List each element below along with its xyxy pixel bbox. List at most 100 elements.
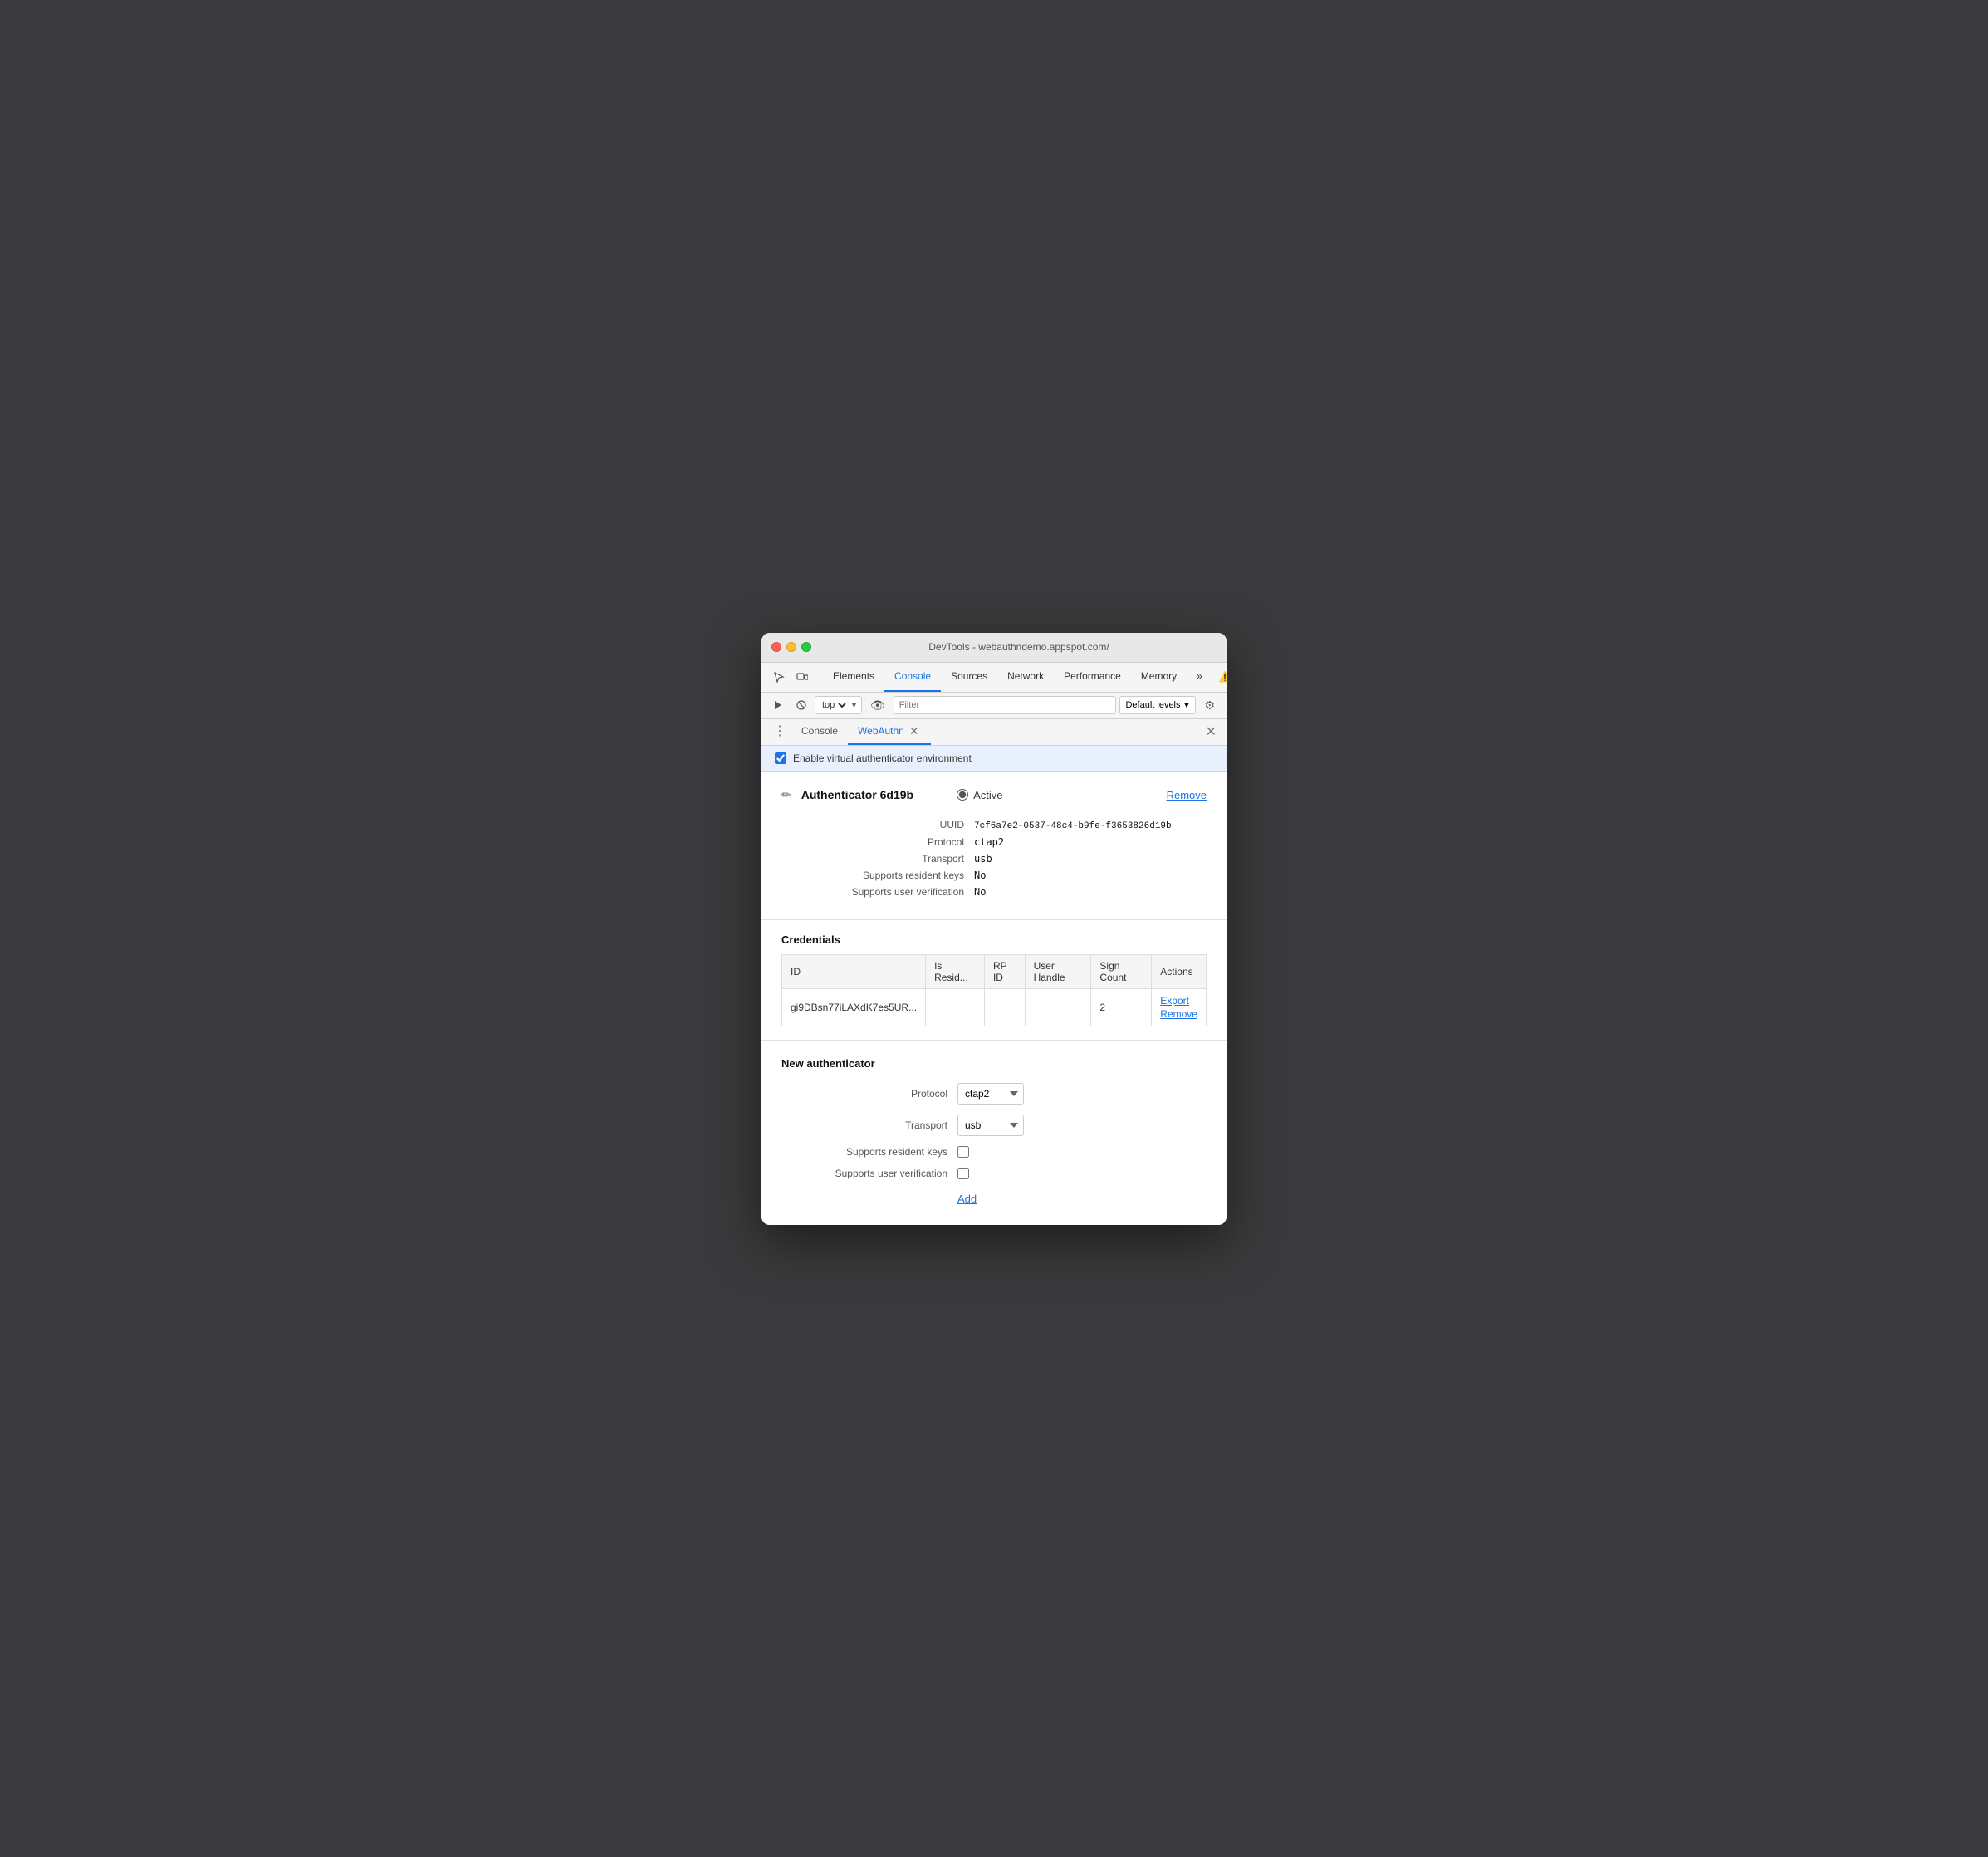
user-verification-row: Supports user verification No (798, 886, 1207, 898)
stop-button[interactable] (791, 697, 811, 713)
new-auth-transport-select[interactable]: usb nfc ble internal (957, 1115, 1024, 1136)
context-selector[interactable]: top ▼ (815, 696, 862, 714)
panel-tabs: ⋮ Console WebAuthn ✕ ✕ (761, 719, 1227, 746)
active-radio-label: Active (973, 789, 1002, 801)
new-auth-title: New authenticator (781, 1057, 1207, 1070)
resident-keys-row: Supports resident keys No (798, 870, 1207, 881)
cell-rp-id (984, 988, 1025, 1026)
console-settings-button[interactable]: ⚙ (1199, 695, 1220, 716)
transport-label: Transport (798, 853, 964, 865)
close-button[interactable] (771, 642, 781, 652)
new-auth-resident-keys-label: Supports resident keys (781, 1146, 947, 1158)
play-button[interactable] (768, 697, 788, 713)
select-element-button[interactable] (768, 668, 790, 686)
panel-menu-dots[interactable]: ⋮ (768, 725, 791, 738)
warning-icon: ⚠️ (1219, 671, 1227, 683)
remove-authenticator-button[interactable]: Remove (1167, 789, 1207, 801)
authenticator-section: ✏ Authenticator 6d19b Active Remove UUID… (761, 772, 1227, 920)
maximize-button[interactable] (801, 642, 811, 652)
cell-is-resident (926, 988, 985, 1026)
tab-memory[interactable]: Memory (1131, 662, 1187, 692)
minimize-button[interactable] (786, 642, 796, 652)
tab-elements[interactable]: Elements (823, 662, 884, 692)
enable-authenticator-row: Enable virtual authenticator environment (761, 746, 1227, 772)
new-auth-user-verification-checkbox[interactable] (957, 1168, 969, 1179)
credentials-title: Credentials (781, 933, 1207, 946)
active-radio-group: Active (957, 789, 1002, 801)
tab-panel-webauthn[interactable]: WebAuthn ✕ (848, 718, 931, 745)
window-title: DevTools - webauthndemo.appspot.com/ (821, 641, 1217, 653)
tab-sources[interactable]: Sources (941, 662, 997, 692)
uuid-row: UUID 7cf6a7e2-0537-48c4-b9fe-f3653826d19… (798, 819, 1207, 831)
context-select-input[interactable]: top (819, 699, 849, 711)
warning-button[interactable]: ⚠️ 3 (1214, 668, 1227, 686)
active-radio-input[interactable] (957, 789, 968, 801)
levels-label: Default levels (1125, 700, 1180, 710)
credentials-table: ID Is Resid... RP ID User Handle Sign Co… (781, 954, 1207, 1026)
tab-panel-console[interactable]: Console (791, 718, 848, 745)
new-auth-protocol-select[interactable]: ctap2 u2f (957, 1083, 1024, 1105)
titlebar: DevTools - webauthndemo.appspot.com/ (761, 633, 1227, 663)
devtools-window: DevTools - webauthndemo.appspot.com/ Ele… (761, 633, 1227, 1225)
authenticator-header: ✏ Authenticator 6d19b Active Remove (781, 788, 1207, 802)
chevron-down-icon: ▼ (1183, 701, 1191, 709)
table-row: gi9DBsn77iLAXdK7es5UR... 2 Export Remove (782, 988, 1207, 1026)
authenticator-title: Authenticator 6d19b (801, 788, 913, 801)
secondary-toolbar: top ▼ 👁 Default levels ▼ ⚙ (761, 693, 1227, 719)
uuid-value: 7cf6a7e2-0537-48c4-b9fe-f3653826d19b (974, 821, 1172, 831)
transport-value: usb (974, 853, 992, 865)
edit-icon: ✏ (781, 788, 791, 802)
credentials-section: Credentials ID Is Resid... RP ID User Ha… (761, 920, 1227, 1041)
default-levels-button[interactable]: Default levels ▼ (1119, 696, 1196, 714)
table-header-row: ID Is Resid... RP ID User Handle Sign Co… (782, 954, 1207, 988)
main-toolbar: Elements Console Sources Network Perform… (761, 663, 1227, 693)
cell-user-handle (1025, 988, 1091, 1026)
user-verification-label: Supports user verification (798, 886, 964, 898)
cursor-icon (773, 671, 785, 683)
main-content: Enable virtual authenticator environment… (761, 746, 1227, 1225)
tab-performance[interactable]: Performance (1054, 662, 1131, 692)
export-credential-button[interactable]: Export (1160, 994, 1189, 1007)
new-auth-user-verification-row: Supports user verification (781, 1168, 1207, 1179)
tab-network[interactable]: Network (997, 662, 1054, 692)
device-icon (796, 671, 808, 683)
new-auth-transport-row: Transport usb nfc ble internal (781, 1115, 1207, 1136)
tab-more[interactable]: » (1187, 662, 1212, 692)
remove-credential-button[interactable]: Remove (1160, 1007, 1197, 1021)
user-verification-value: No (974, 886, 986, 898)
col-is-resident: Is Resid... (926, 954, 985, 988)
eye-button[interactable]: 👁 (865, 695, 890, 716)
new-authenticator-section: New authenticator Protocol ctap2 u2f Tra… (761, 1041, 1227, 1225)
enable-virtual-checkbox[interactable] (775, 752, 786, 764)
add-authenticator-button[interactable]: Add (957, 1189, 977, 1208)
protocol-label: Protocol (798, 836, 964, 848)
col-rp-id: RP ID (984, 954, 1025, 988)
protocol-value: ctap2 (974, 836, 1004, 848)
col-sign-count: Sign Count (1091, 954, 1152, 988)
close-panel-button[interactable]: ✕ (1202, 720, 1220, 743)
col-actions: Actions (1152, 954, 1207, 988)
device-toggle-button[interactable] (791, 668, 813, 686)
filter-input[interactable] (894, 696, 1117, 714)
new-auth-resident-keys-checkbox[interactable] (957, 1146, 969, 1158)
play-icon (773, 700, 783, 710)
toolbar-right: ⚠️ 3 ⚙ ⋮ (1214, 667, 1227, 688)
nav-tabs: Elements Console Sources Network Perform… (823, 662, 1212, 692)
tab-console[interactable]: Console (884, 662, 941, 692)
chevron-down-icon: ▼ (850, 701, 858, 709)
stop-icon (796, 700, 806, 710)
protocol-row: Protocol ctap2 (798, 836, 1207, 848)
uuid-label: UUID (798, 819, 964, 831)
new-auth-user-verification-label: Supports user verification (781, 1168, 947, 1179)
authenticator-details: UUID 7cf6a7e2-0537-48c4-b9fe-f3653826d19… (798, 819, 1207, 898)
cell-id: gi9DBsn77iLAXdK7es5UR... (782, 988, 926, 1026)
transport-row: Transport usb (798, 853, 1207, 865)
new-auth-resident-keys-row: Supports resident keys (781, 1146, 1207, 1158)
close-webauthn-tab[interactable]: ✕ (908, 725, 921, 737)
traffic-lights (771, 642, 811, 652)
col-id: ID (782, 954, 926, 988)
resident-keys-label: Supports resident keys (798, 870, 964, 881)
cell-actions: Export Remove (1152, 988, 1207, 1026)
cell-sign-count: 2 (1091, 988, 1152, 1026)
new-auth-transport-label: Transport (781, 1120, 947, 1131)
